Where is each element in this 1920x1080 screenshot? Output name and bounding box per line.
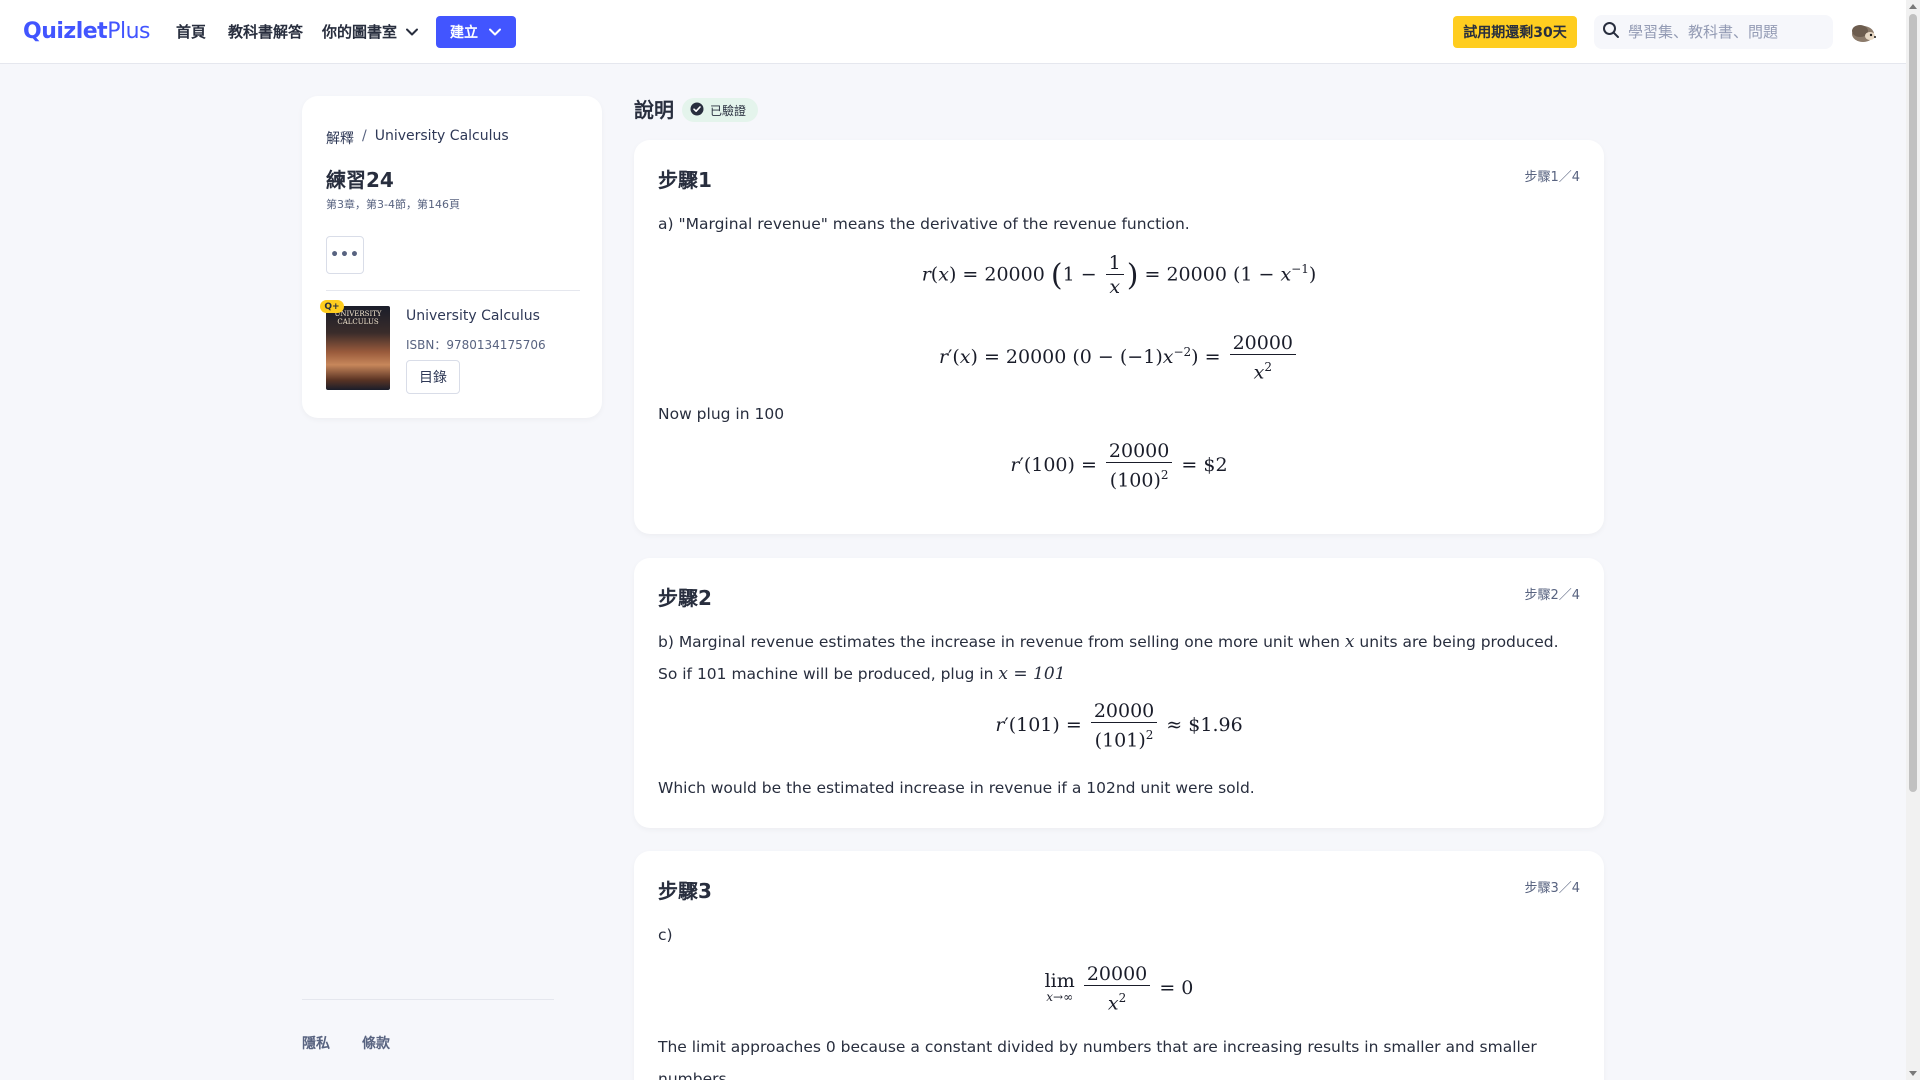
chevron-down-icon bbox=[405, 25, 419, 39]
nav-home-link[interactable]: 首頁 bbox=[176, 21, 206, 43]
step-card-2: 步驟2 步驟2／4 b) Marginal revenue estimates … bbox=[634, 558, 1604, 828]
step-text: b) Marginal revenue estimates the increa… bbox=[658, 626, 1578, 690]
privacy-link[interactable]: 隱私 bbox=[302, 1033, 330, 1053]
more-options-button[interactable]: ••• bbox=[326, 236, 364, 274]
trial-remaining-button[interactable]: 試用期還剩30天 bbox=[1453, 16, 1577, 48]
step-count: 步驟3／4 bbox=[1524, 881, 1580, 896]
create-button-label: 建立 bbox=[450, 25, 478, 41]
step-count: 步驟2／4 bbox=[1524, 588, 1580, 603]
exercise-title: 練習24 bbox=[326, 168, 394, 192]
equation-evaluate-100: r′(100) = 20000 (100)2 = $2 bbox=[1010, 440, 1228, 492]
step-text-part: b) Marginal revenue estimates the increa… bbox=[658, 633, 1340, 651]
search-icon bbox=[1602, 21, 1620, 43]
step-text: Now plug in 100 bbox=[658, 405, 785, 423]
verified-label: 已驗證 bbox=[710, 103, 747, 118]
quizlet-plus-logo[interactable]: QuizletPlus bbox=[23, 17, 150, 47]
nav-solutions-link[interactable]: 教科書解答 bbox=[228, 21, 303, 43]
logo-primary-text: Quizlet bbox=[23, 19, 108, 44]
book-isbn: ISBN：9780134175706 bbox=[406, 338, 546, 352]
step-text: Which would be the estimated increase in… bbox=[658, 779, 1255, 797]
quizlet-plus-badge: Q+ bbox=[320, 300, 344, 313]
footer-divider bbox=[302, 999, 554, 1000]
scroll-up-arrow-icon[interactable] bbox=[1909, 4, 1917, 9]
breadcrumb: 解釋 / University Calculus bbox=[326, 128, 509, 148]
step-card-1: 步驟1 步驟1／4 a) "Marginal revenue" means th… bbox=[634, 140, 1604, 534]
table-of-contents-button[interactable]: 目錄 bbox=[406, 360, 460, 394]
book-title-link[interactable]: University Calculus bbox=[406, 308, 540, 324]
nav-library-label: 你的圖書室 bbox=[322, 23, 398, 41]
equation-evaluate-101: r′(101) = 20000 (101)2 ≈ $1.96 bbox=[995, 700, 1243, 752]
equation-derivative: r′(x) = 20000 (0 − (−1)x−2) = 20000 x2 bbox=[634, 332, 1604, 384]
equation-revenue-function: r(x) = 20000 (1 − 1 x) = 20000 (1 − x−1) bbox=[921, 252, 1317, 298]
step-card-3: 步驟3 步驟3／4 c) lim x→∞ 20000 x2 = 0 The limi… bbox=[634, 851, 1604, 1080]
exercise-location: 第3章，第3-4節，第146頁 bbox=[326, 198, 460, 211]
breadcrumb-book-link[interactable]: University Calculus bbox=[375, 128, 509, 148]
scroll-down-arrow-icon[interactable] bbox=[1909, 1071, 1917, 1076]
step-title: 步驟3 bbox=[658, 879, 712, 903]
chevron-down-icon bbox=[488, 25, 502, 39]
terms-link[interactable]: 條款 bbox=[362, 1033, 390, 1053]
step-title: 步驟1 bbox=[658, 168, 712, 192]
user-avatar[interactable] bbox=[1850, 18, 1878, 46]
exercise-info-card: 解釋 / University Calculus 練習24 第3章，第3-4節，… bbox=[302, 96, 602, 418]
search-bar[interactable] bbox=[1594, 15, 1833, 49]
search-input[interactable] bbox=[1628, 23, 1818, 41]
logo-secondary-text: Plus bbox=[107, 19, 150, 44]
scrollbar-thumb[interactable] bbox=[1909, 14, 1917, 792]
page-scrollbar[interactable] bbox=[1906, 0, 1920, 1080]
step-count: 步驟1／4 bbox=[1524, 170, 1580, 185]
inline-equation: x = 101 bbox=[998, 664, 1066, 684]
card-divider bbox=[326, 290, 580, 291]
breadcrumb-separator: / bbox=[362, 128, 367, 144]
breadcrumb-root-link[interactable]: 解釋 bbox=[326, 128, 354, 148]
step-text: The limit approaches 0 because a constan… bbox=[658, 1038, 1537, 1080]
top-navigation-bar: QuizletPlus 首頁 教科書解答 你的圖書室 建立 試用期還剩30天 bbox=[0, 0, 1906, 64]
step-title: 步驟2 bbox=[658, 586, 712, 610]
equation-limit: lim x→∞ 20000 x2 = 0 bbox=[1044, 963, 1194, 1015]
step-text: a) "Marginal revenue" means the derivati… bbox=[658, 215, 1190, 233]
step-text: c) bbox=[658, 926, 673, 944]
explanation-heading: 說明 bbox=[634, 98, 674, 122]
inline-variable: x bbox=[1344, 632, 1355, 652]
verified-check-icon bbox=[690, 102, 704, 119]
book-cover-image[interactable]: UNIVERSITY CALCULUS bbox=[326, 306, 390, 390]
nav-library-dropdown[interactable]: 你的圖書室 bbox=[322, 21, 419, 43]
create-button[interactable]: 建立 bbox=[436, 16, 516, 48]
verified-badge: 已驗證 bbox=[682, 98, 758, 122]
